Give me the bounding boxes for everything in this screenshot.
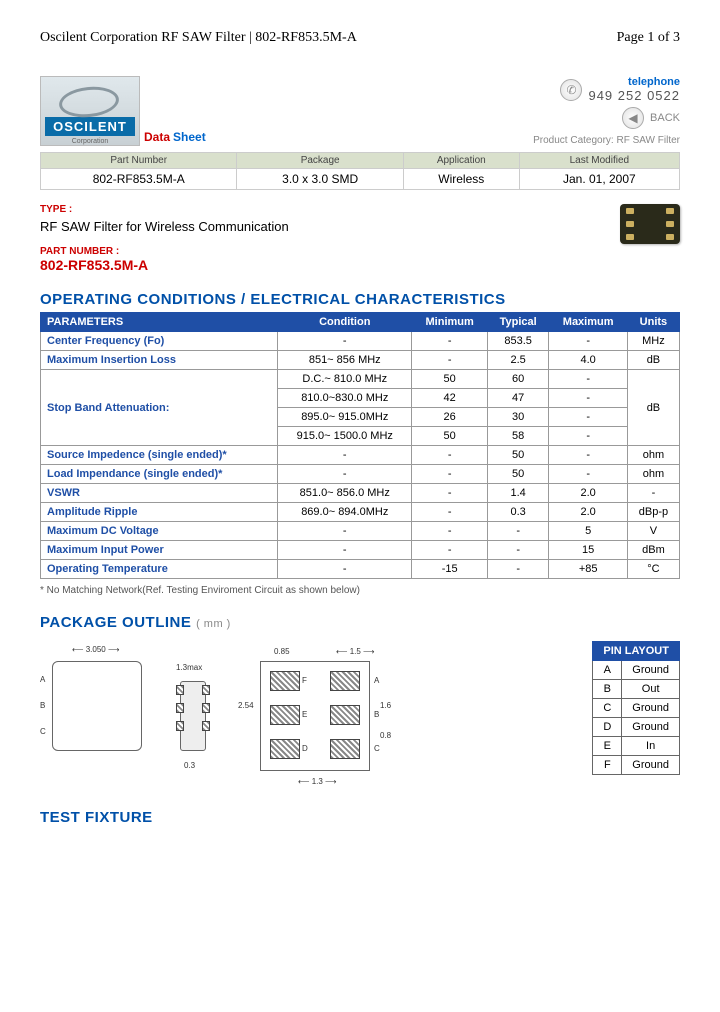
spec-th: Typical — [487, 313, 549, 332]
meta-td-application: Wireless — [403, 169, 519, 190]
table-row: Source Impedence (single ended)*--50-ohm — [41, 446, 680, 465]
meta-th-package: Package — [237, 153, 403, 169]
spec-table: PARAMETERSConditionMinimumTypicalMaximum… — [40, 312, 680, 579]
table-row: DGround — [593, 718, 680, 737]
table-row: VSWR851.0~ 856.0 MHz-1.42.0- — [41, 484, 680, 503]
data-sheet-label: Data Sheet — [144, 130, 206, 144]
pin-table-header: PIN LAYOUT — [593, 642, 680, 661]
type-text: RF SAW Filter for Wireless Communication — [40, 219, 680, 234]
table-row: Center Frequency (Fo)--853.5-MHz — [41, 332, 680, 351]
spec-th: Condition — [278, 313, 412, 332]
table-row: Load Impendance (single ended)*--50-ohm — [41, 465, 680, 484]
back-icon[interactable]: ◀ — [622, 107, 644, 129]
table-row: EIn — [593, 737, 680, 756]
logo-sub: Corporation — [72, 138, 109, 145]
table-row: Amplitude Ripple869.0~ 894.0MHz-0.32.0dB… — [41, 503, 680, 522]
meta-table: Part Number Package Application Last Mod… — [40, 152, 680, 190]
back-link[interactable]: BACK — [650, 112, 680, 124]
header-title: Oscilent Corporation RF SAW Filter | 802… — [40, 30, 357, 46]
meta-td-package: 3.0 x 3.0 SMD — [237, 169, 403, 190]
meta-td-partnumber: 802-RF853.5M-A — [41, 169, 237, 190]
telephone-label: telephone — [588, 76, 680, 88]
spec-th: Maximum — [549, 313, 627, 332]
partnumber-label: PART NUMBER : — [40, 246, 680, 257]
table-row: Stop Band Attenuation:D.C.~ 810.0 MHz506… — [41, 370, 680, 389]
section-opcond: OPERATING CONDITIONS / ELECTRICAL CHARAC… — [40, 291, 680, 308]
company-logo: OSCILENT Corporation — [40, 76, 140, 146]
meta-th-partnumber: Part Number — [41, 153, 237, 169]
telephone-number: 949 252 0522 — [588, 88, 680, 103]
spec-th: Units — [627, 313, 679, 332]
spec-th: Minimum — [412, 313, 487, 332]
product-category: Product Category: RF SAW Filter — [533, 135, 680, 146]
chip-photo — [620, 204, 680, 244]
package-diagram: ⟵ 3.050 ⟶ A B C 1.3max 0.3 0.85 ⟵ 1.5 ⟶ — [40, 641, 574, 791]
meta-th-modified: Last Modified — [519, 153, 679, 169]
table-row: CGround — [593, 699, 680, 718]
meta-td-modified: Jan. 01, 2007 — [519, 169, 679, 190]
partnumber-value: 802-RF853.5M-A — [40, 257, 680, 273]
page-number: Page 1 of 3 — [617, 30, 680, 46]
logo-brand: OSCILENT — [45, 117, 135, 136]
table-row: Maximum DC Voltage---5V — [41, 522, 680, 541]
table-row: Maximum Insertion Loss851~ 856 MHz-2.54.… — [41, 351, 680, 370]
section-outline: PACKAGE OUTLINE ( mm ) — [40, 614, 680, 631]
spec-th: PARAMETERS — [41, 313, 278, 332]
table-row: FGround — [593, 756, 680, 775]
table-row: BOut — [593, 680, 680, 699]
phone-icon: ✆ — [560, 79, 582, 101]
table-row: Maximum Input Power---15dBm — [41, 541, 680, 560]
meta-th-application: Application — [403, 153, 519, 169]
footnote: * No Matching Network(Ref. Testing Envir… — [40, 585, 680, 596]
type-label: TYPE : — [40, 204, 680, 215]
table-row: AGround — [593, 661, 680, 680]
section-fixture: TEST FIXTURE — [40, 809, 680, 826]
pin-layout-table: PIN LAYOUT AGroundBOutCGroundDGroundEInF… — [592, 641, 680, 775]
table-row: Operating Temperature--15-+85°C — [41, 560, 680, 579]
